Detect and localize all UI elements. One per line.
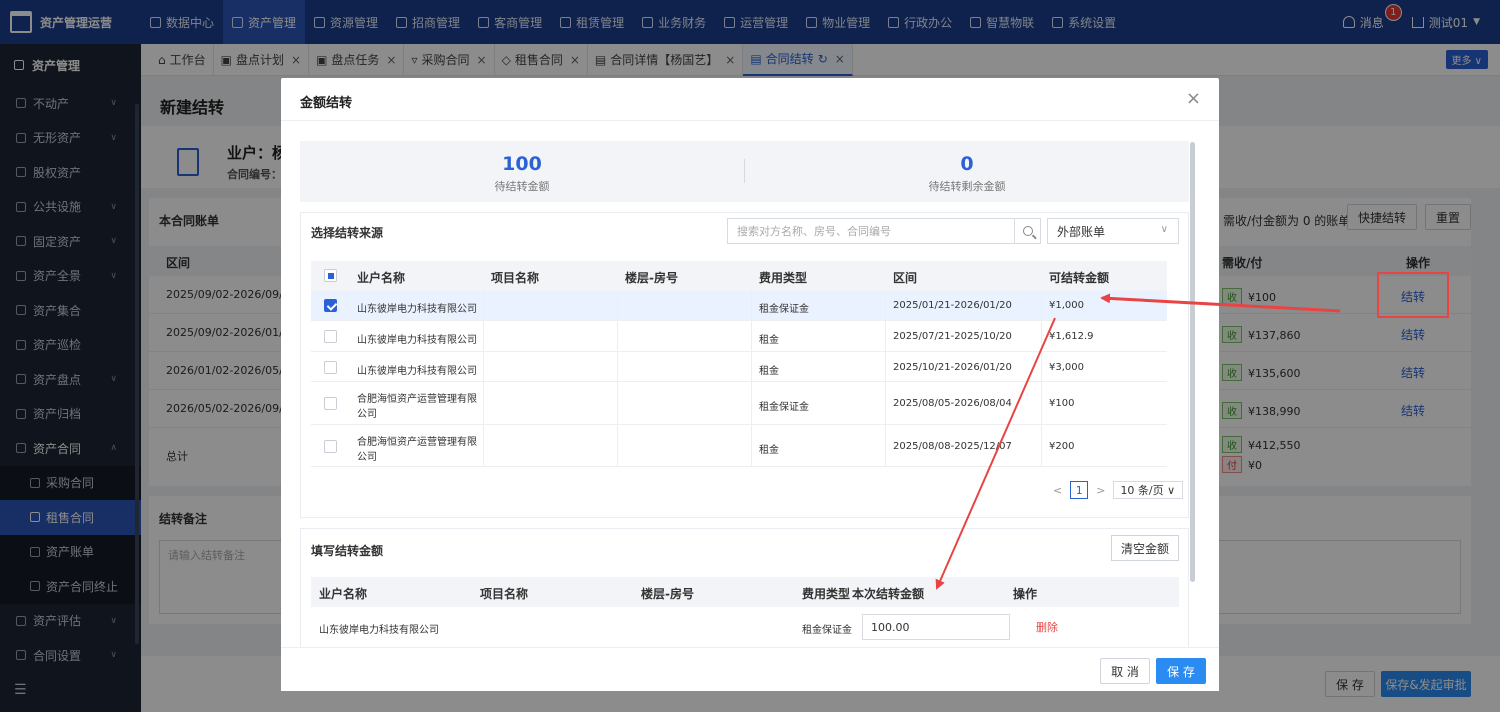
page-size-select[interactable]: 10 条/页 ∨ (1113, 481, 1184, 499)
source-table-header: 业户名称 项目名称 楼层-房号 费用类型 区间 可结转金额 (311, 261, 1167, 291)
divider (617, 291, 618, 467)
modal-title: 金额结转 (300, 96, 353, 111)
source-type-select[interactable]: 外部账单 ∨ (1047, 218, 1179, 244)
pagination: < 1 > 10 条/页 ∨ (1053, 481, 1184, 499)
row-checkbox[interactable] (324, 330, 337, 343)
divider (281, 120, 1219, 121)
carryover-amount-input[interactable]: 100.00 (862, 614, 1010, 640)
row-checkbox[interactable] (324, 440, 337, 453)
modal-scrollbar[interactable] (1190, 142, 1195, 582)
pending-amount: 100 (502, 153, 542, 175)
fill-table-header: 业户名称 项目名称 楼层-房号 费用类型 本次结转金额 操作 (311, 577, 1179, 607)
modal-footer: 取 消 保 存 (281, 647, 1219, 691)
save-button[interactable]: 保 存 (1156, 658, 1206, 684)
pending-amount-label: 待结转金额 (494, 180, 550, 193)
pending-amount-block: 100 待结转金额 (300, 141, 744, 202)
next-page-button[interactable]: > (1096, 484, 1105, 497)
prev-page-button[interactable]: < (1053, 484, 1062, 497)
table-row[interactable]: 合肥海恒资产运营管理有限 公司 租金保证金 2025/08/05-2026/08… (311, 382, 1167, 425)
close-icon[interactable]: × (1186, 88, 1201, 109)
page-1-button[interactable]: 1 (1070, 481, 1089, 499)
divider (1041, 291, 1042, 467)
fill-row-fee-type: 租金保证金 (802, 625, 852, 636)
search-button[interactable] (1014, 219, 1040, 243)
row-checkbox[interactable] (324, 361, 337, 374)
delete-link[interactable]: 删除 (1036, 619, 1058, 635)
search-input[interactable]: 搜索对方名称、房号、合同编号 (727, 218, 1041, 244)
table-row[interactable]: 山东彼岸电力科技有限公司 租金保证金 2025/01/21-2026/01/20… (311, 291, 1167, 321)
clear-amount-button[interactable]: 清空金额 (1111, 535, 1179, 561)
fill-row-owner: 山东彼岸电力科技有限公司 (319, 625, 439, 636)
annotation-highlight-box (1377, 272, 1449, 318)
row-checkbox[interactable] (324, 299, 337, 312)
search-icon (1022, 226, 1033, 236)
table-row[interactable]: 合肥海恒资产运营管理有限 公司 租金 2025/08/08-2025/12/07… (311, 425, 1167, 467)
remaining-amount-label: 待结转剩余金额 (928, 180, 1006, 193)
cancel-button[interactable]: 取 消 (1100, 658, 1150, 684)
row-checkbox[interactable] (324, 397, 337, 410)
table-row[interactable]: 山东彼岸电力科技有限公司 租金 2025/07/21-2025/10/20 ¥1… (311, 321, 1167, 352)
select-all-checkbox[interactable] (324, 269, 337, 282)
chevron-down-icon: ∨ (1160, 224, 1168, 235)
table-row[interactable]: 山东彼岸电力科技有限公司 租金 2025/10/21-2026/01/20 ¥3… (311, 352, 1167, 382)
divider (483, 291, 484, 467)
fill-title: 填写结转金额 (311, 544, 384, 558)
divider (751, 291, 752, 467)
amount-summary: 100 待结转金额 0 待结转剩余金额 (300, 141, 1189, 202)
amount-carryover-modal: 金额结转 × 100 待结转金额 0 待结转剩余金额 选择结转来源 搜索对方名称… (281, 78, 1219, 691)
divider (885, 291, 886, 467)
source-title: 选择结转来源 (311, 226, 384, 240)
remaining-amount: 0 (960, 153, 974, 175)
source-selection-panel: 选择结转来源 搜索对方名称、房号、合同编号 外部账单 ∨ 业户名称 项目名称 楼… (300, 212, 1189, 518)
remaining-amount-block: 0 待结转剩余金额 (745, 141, 1189, 202)
